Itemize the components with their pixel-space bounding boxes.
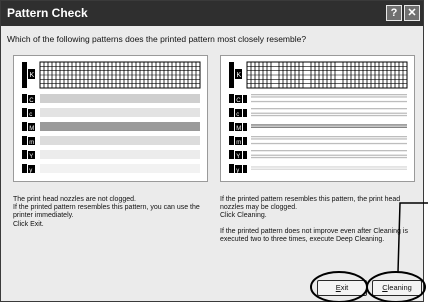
pattern-label: m bbox=[236, 140, 241, 146]
exit-label: xit bbox=[340, 283, 349, 292]
cleaning-button[interactable]: Cleaning bbox=[372, 280, 422, 296]
title-bar[interactable]: Pattern Check ? ✕ bbox=[1, 1, 423, 26]
desc-line: Click Exit. bbox=[13, 220, 44, 228]
color-streak bbox=[251, 108, 407, 110]
cleaning-label: leaning bbox=[387, 283, 412, 292]
color-streak bbox=[251, 154, 407, 156]
row-bar bbox=[22, 150, 27, 159]
pattern-label: C bbox=[236, 98, 241, 104]
not-clogged-description: The print head nozzles are not clogged. … bbox=[13, 196, 213, 236]
pattern-label: c bbox=[29, 112, 32, 118]
close-icon: ✕ bbox=[407, 7, 417, 19]
row-bar bbox=[22, 122, 27, 131]
row-label-box bbox=[243, 165, 247, 173]
color-streak bbox=[251, 114, 407, 117]
color-streak bbox=[251, 166, 407, 168]
color-band bbox=[40, 122, 200, 131]
desc-line: The print head nozzles are not clogged. bbox=[13, 196, 136, 203]
pattern-label: y bbox=[29, 168, 32, 174]
row-bar bbox=[22, 108, 27, 117]
exit-button[interactable]: Exit bbox=[317, 280, 367, 296]
pattern-check-dialog: Pattern Check ? ✕ Which of the following… bbox=[0, 0, 424, 302]
row-label-box bbox=[243, 109, 247, 117]
color-band bbox=[40, 150, 200, 159]
color-streak bbox=[251, 100, 407, 103]
row-bar bbox=[22, 164, 27, 173]
question-text: Which of the following patterns does the… bbox=[7, 34, 307, 44]
k-bar bbox=[22, 62, 27, 88]
color-band bbox=[40, 94, 200, 103]
pattern-label: Y bbox=[29, 154, 33, 160]
desc-line: If the printed pattern resembles this pa… bbox=[13, 204, 200, 212]
row-label-box bbox=[243, 95, 247, 103]
desc-line: If the printed pattern resembles this pa… bbox=[220, 196, 401, 203]
color-streak bbox=[251, 138, 407, 140]
pattern-label: M bbox=[236, 126, 241, 132]
desc-line: printer immediately. bbox=[13, 212, 74, 220]
row-bar bbox=[229, 150, 234, 159]
k-bar bbox=[229, 62, 234, 88]
row-bar bbox=[229, 122, 234, 131]
pattern-option-clogged[interactable]: K Cc Mm Yy bbox=[220, 55, 415, 182]
row-label-box bbox=[243, 123, 247, 131]
desc-line: If the printed pattern does not improve … bbox=[220, 227, 408, 235]
help-button[interactable]: ? bbox=[386, 5, 402, 21]
color-streak bbox=[251, 112, 407, 114]
color-streak bbox=[251, 94, 407, 96]
row-label-box bbox=[243, 151, 247, 159]
row-bar bbox=[229, 108, 234, 117]
pattern-label: y bbox=[236, 168, 239, 174]
color-streak bbox=[251, 136, 407, 138]
pattern-label: c bbox=[236, 112, 239, 118]
nozzle-pattern-not-clogged: K Cc Mm Yy bbox=[22, 61, 201, 174]
pattern-label: C bbox=[29, 98, 34, 104]
clogged-description: If the printed pattern resembles this pa… bbox=[220, 196, 418, 251]
dialog-title: Pattern Check bbox=[7, 6, 88, 20]
color-streak bbox=[251, 126, 407, 128]
help-icon: ? bbox=[390, 7, 398, 19]
row-bar bbox=[229, 94, 234, 103]
pattern-label: K bbox=[30, 72, 35, 79]
color-streak bbox=[251, 168, 407, 170]
pattern-label: M bbox=[29, 126, 34, 132]
pattern-label: K bbox=[237, 72, 242, 79]
pattern-option-not-clogged[interactable]: K Cc Mm Yy bbox=[13, 55, 208, 182]
row-label-box bbox=[243, 137, 247, 145]
color-streak bbox=[251, 96, 407, 98]
close-button[interactable]: ✕ bbox=[404, 5, 420, 21]
color-streak bbox=[251, 156, 407, 159]
color-streak bbox=[251, 150, 407, 152]
color-streak bbox=[251, 142, 407, 145]
color-band bbox=[40, 136, 200, 145]
desc-line: nozzles may be clogged. bbox=[220, 204, 298, 212]
color-streak bbox=[251, 124, 407, 126]
row-bar bbox=[229, 136, 234, 145]
color-band bbox=[40, 108, 200, 117]
desc-line: Click Cleaning. bbox=[220, 212, 267, 220]
row-bar bbox=[22, 94, 27, 103]
desc-line: executed two to three times, execute Dee… bbox=[220, 235, 385, 243]
row-bar bbox=[22, 136, 27, 145]
pattern-label: m bbox=[29, 140, 34, 146]
color-band bbox=[40, 164, 200, 173]
nozzle-pattern-clogged: K Cc Mm Yy bbox=[229, 61, 408, 174]
pattern-label: Y bbox=[236, 154, 240, 160]
row-bar bbox=[229, 164, 234, 173]
